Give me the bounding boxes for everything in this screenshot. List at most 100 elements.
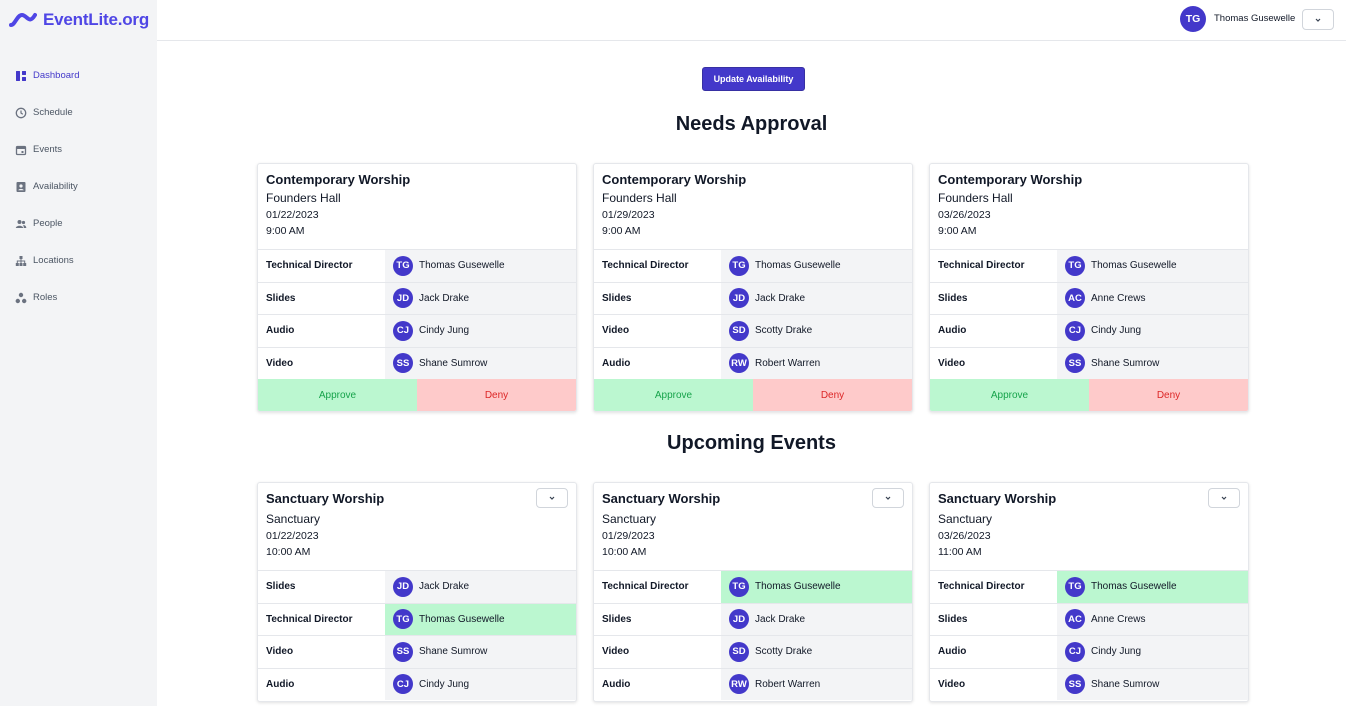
- avatar: SS: [393, 353, 413, 374]
- event-location: Sanctuary: [602, 512, 657, 526]
- assignee-name: Jack Drake: [755, 613, 806, 625]
- assignee-highlighted: TG Thomas Gusewelle: [1057, 571, 1248, 603]
- avatar: RW: [729, 674, 749, 695]
- event-time: 9:00 AM: [938, 225, 977, 237]
- role-label: Slides: [258, 571, 385, 603]
- assignee-name: Thomas Gusewelle: [755, 581, 841, 593]
- assignee-name: Shane Sumrow: [419, 357, 488, 369]
- event-menu-button[interactable]: [872, 488, 904, 508]
- sidebar-item-dashboard[interactable]: Dashboard: [0, 57, 157, 94]
- avatar: TG: [393, 255, 413, 276]
- assignee: CJ Cindy Jung: [1057, 315, 1248, 347]
- avatar: CJ: [1065, 641, 1085, 662]
- assignee: SD Scotty Drake: [721, 636, 912, 668]
- assignment-row: Technical Director TG Thomas Gusewelle: [258, 602, 576, 635]
- event-title: Contemporary Worship: [938, 172, 1083, 187]
- assignment-row: Technical Director TG Thomas Gusewelle: [594, 249, 912, 282]
- avatar: TG: [729, 255, 749, 276]
- approve-button[interactable]: Approve: [258, 379, 417, 411]
- event-title: Contemporary Worship: [602, 172, 747, 187]
- avatar: JD: [729, 288, 749, 309]
- assignee: CJ Cindy Jung: [385, 668, 576, 700]
- role-label: Slides: [258, 282, 385, 314]
- avatar: SD: [729, 320, 749, 341]
- avatar: JD: [393, 576, 413, 597]
- assignment-row: Video SD Scotty Drake: [594, 314, 912, 347]
- dashboard-icon: [15, 70, 27, 82]
- assignee: TG Thomas Gusewelle: [1057, 250, 1248, 282]
- sidebar-item-roles[interactable]: Roles: [0, 279, 157, 316]
- sidebar-item-schedule[interactable]: Schedule: [0, 94, 157, 131]
- event-location: Founders Hall: [938, 191, 1013, 205]
- sidebar: EventLite.org Dashboard Schedule Events …: [0, 0, 157, 706]
- role-label: Slides: [594, 603, 721, 635]
- needs-approval-heading: Needs Approval: [675, 113, 828, 135]
- update-availability-button[interactable]: Update Availability: [702, 67, 805, 91]
- event-card: Sanctuary Worship Sanctuary 01/29/2023 1…: [593, 482, 913, 702]
- avatar: JD: [729, 609, 749, 630]
- avatar: SD: [729, 641, 749, 662]
- user-name: Thomas Gusewelle: [1214, 13, 1296, 24]
- user-avatar[interactable]: TG: [1180, 6, 1206, 32]
- event-title: Sanctuary Worship: [602, 491, 721, 506]
- approve-button[interactable]: Approve: [930, 379, 1089, 411]
- sidebar-item-availability[interactable]: Availability: [0, 168, 157, 205]
- event-date: 03/26/2023: [938, 530, 991, 542]
- role-label: Audio: [594, 347, 721, 379]
- assignee: SS Shane Sumrow: [1057, 347, 1248, 379]
- avatar: TG: [393, 609, 413, 630]
- event-time: 11:00 AM: [938, 546, 982, 558]
- sidebar-item-label: Roles: [33, 292, 58, 303]
- role-label: Video: [930, 347, 1057, 379]
- sidebar-item-people[interactable]: People: [0, 205, 157, 242]
- sidebar-item-events[interactable]: Events: [0, 131, 157, 168]
- chevron-down-icon: [549, 496, 555, 500]
- assignee: SS Shane Sumrow: [385, 636, 576, 668]
- chevron-down-icon: [885, 496, 891, 500]
- avatar: TG: [729, 576, 749, 597]
- event-menu-button[interactable]: [536, 488, 568, 508]
- assignment-row: Slides AC Anne Crews: [930, 602, 1248, 635]
- avatar: CJ: [393, 320, 413, 341]
- role-label: Audio: [930, 315, 1057, 347]
- assignee-name: Robert Warren: [755, 357, 821, 369]
- assignee: TG Thomas Gusewelle: [721, 250, 912, 282]
- role-label: Video: [930, 668, 1057, 700]
- sidebar-item-label: People: [33, 218, 63, 229]
- role-label: Video: [258, 347, 385, 379]
- assignee-highlighted: TG Thomas Gusewelle: [721, 571, 912, 603]
- event-time: 10:00 AM: [602, 546, 647, 558]
- approve-button[interactable]: Approve: [594, 379, 753, 411]
- deny-button[interactable]: Deny: [417, 379, 576, 411]
- sidebar-item-locations[interactable]: Locations: [0, 242, 157, 279]
- app-logo[interactable]: EventLite.org: [9, 8, 149, 32]
- chevron-down-icon: [1221, 496, 1227, 500]
- deny-button[interactable]: Deny: [753, 379, 912, 411]
- role-label: Audio: [594, 668, 721, 700]
- assignment-row: Technical Director TG Thomas Gusewelle: [930, 570, 1248, 603]
- avatar: CJ: [1065, 320, 1085, 341]
- event-date: 01/22/2023: [266, 530, 319, 542]
- event-menu-button[interactable]: [1208, 488, 1240, 508]
- role-label: Video: [258, 636, 385, 668]
- assignment-row: Audio CJ Cindy Jung: [930, 635, 1248, 668]
- upcoming-events-heading: Upcoming Events: [667, 432, 836, 454]
- assignment-row: Video SS Shane Sumrow: [258, 346, 576, 379]
- assignee-name: Jack Drake: [419, 581, 470, 593]
- role-label: Slides: [930, 603, 1057, 635]
- assignee: JD Jack Drake: [385, 571, 576, 603]
- assignment-row: Audio CJ Cindy Jung: [258, 667, 576, 700]
- deny-button[interactable]: Deny: [1089, 379, 1248, 411]
- assignment-row: Audio RW Robert Warren: [594, 346, 912, 379]
- assignee: SS Shane Sumrow: [385, 347, 576, 379]
- assignee-name: Thomas Gusewelle: [419, 260, 505, 272]
- sidebar-item-label: Locations: [33, 255, 74, 266]
- assignee-name: Thomas Gusewelle: [755, 260, 841, 272]
- assignee-name: Anne Crews: [1091, 292, 1146, 304]
- role-label: Technical Director: [930, 250, 1057, 282]
- avatar: SS: [1065, 674, 1085, 695]
- role-label: Technical Director: [594, 250, 721, 282]
- event-title: Sanctuary Worship: [266, 491, 385, 506]
- user-menu-button[interactable]: [1302, 9, 1334, 30]
- assignee-name: Thomas Gusewelle: [1091, 581, 1177, 593]
